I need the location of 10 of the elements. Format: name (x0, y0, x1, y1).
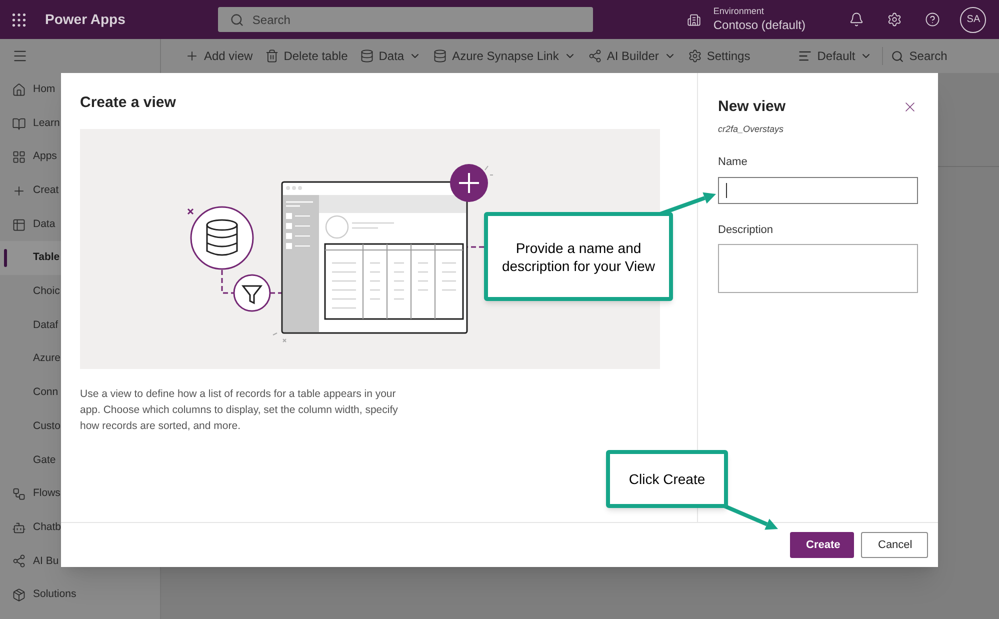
panel-title: New view (718, 97, 786, 117)
dialog-title: Create a view (80, 93, 177, 113)
callout-box: Provide a name and description for your View (484, 212, 673, 301)
field-label: Description (718, 222, 774, 238)
callout-box: Click Create (606, 450, 728, 508)
table-name: cr2fa_Overstays (718, 122, 785, 136)
app-name: Power Apps (45, 10, 126, 29)
environment-label: Environment (713, 6, 765, 18)
dialog-description: Use a view to define how a list of records for a table appears in your app. Choose which columns to display, set the column width, specify how records are sorted, and more. (80, 386, 399, 434)
field-label: Name (718, 155, 748, 170)
